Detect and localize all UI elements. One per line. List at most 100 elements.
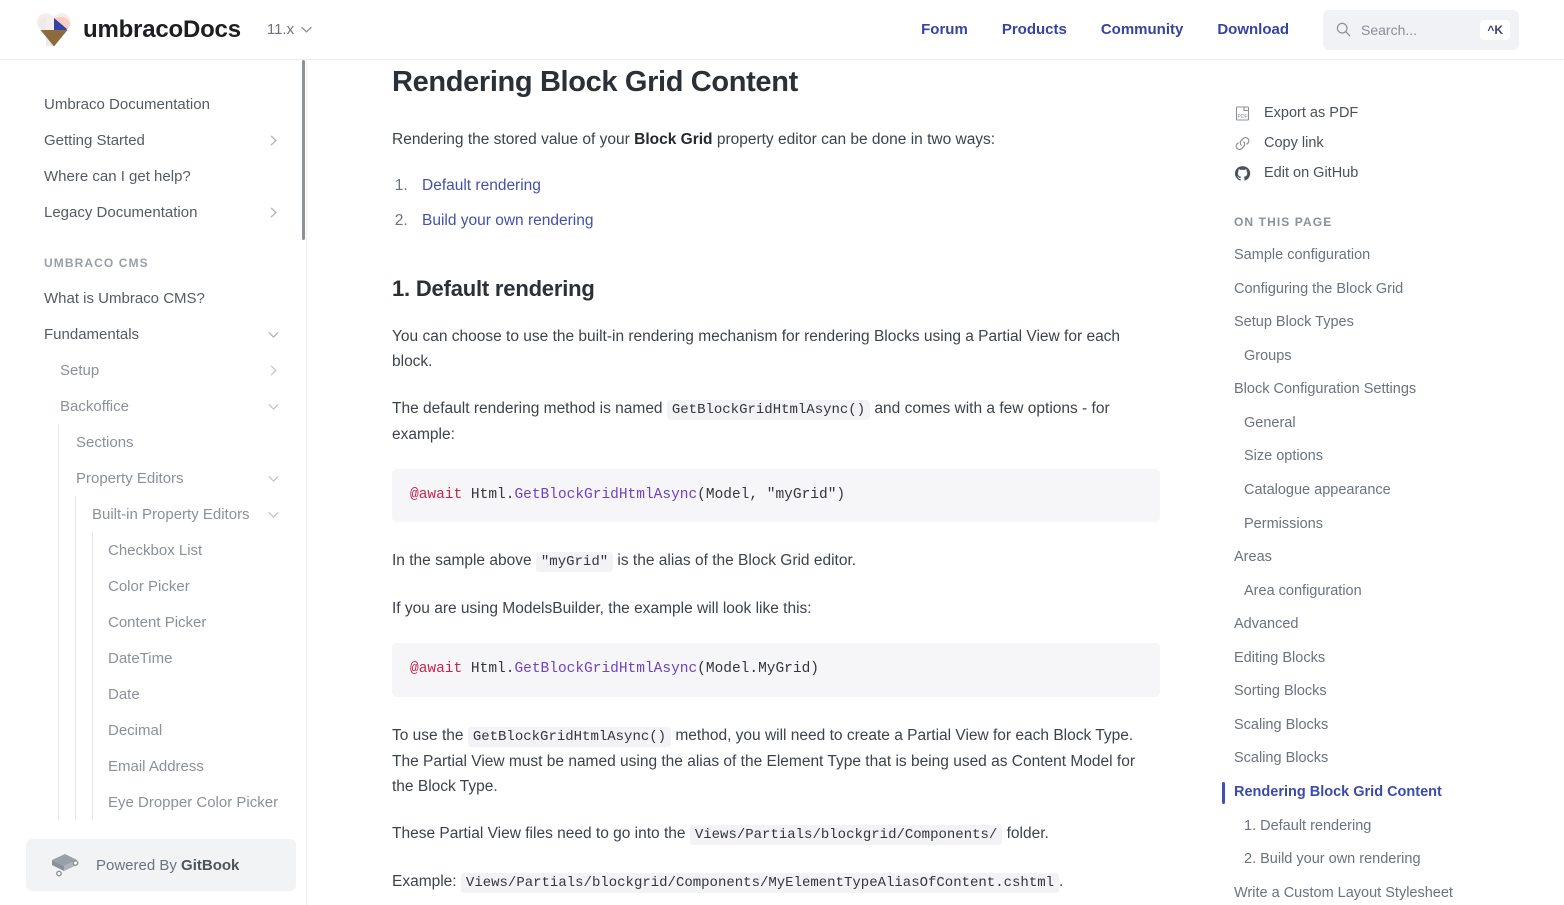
toc-item-permissions[interactable]: Permissions [1232,508,1544,542]
paragraph-folder-path: These Partial View files need to go into… [392,821,1160,847]
p7-pre: Example: [392,872,461,890]
svg-text:PDF: PDF [1238,114,1248,120]
brand-name: umbracoDocs [83,15,241,43]
sidebar-section-label-umbraco-cms: UMBRACO CMS [44,256,149,270]
toc-item-size-options[interactable]: Size options [1232,440,1544,474]
sidebar-item-where-can-i-get-help[interactable]: Where can I get help? [0,158,306,194]
sidebar-item-umbraco-documentation[interactable]: Umbraco Documentation [0,86,306,122]
toc-item-groups[interactable]: Groups [1232,340,1544,374]
nav-link-download[interactable]: Download [1217,21,1289,38]
brand-logo-link[interactable]: umbracoDocs [36,12,241,47]
export-as-pdf-button[interactable]: PDF Export as PDF [1232,98,1544,128]
list-item: Default rendering [412,174,1160,199]
gitbook-label: Powered By GitBook [96,857,239,874]
umbraco-heart-logo-icon [37,12,71,46]
version-selector[interactable]: 11.x [267,21,312,38]
paragraph-partial-view-naming: To use the GetBlockGridHtmlAsync() metho… [392,723,1160,799]
code-args: (Model.MyGrid) [697,661,819,678]
nav-link-forum[interactable]: Forum [921,21,968,38]
sidebar-item-content-picker[interactable]: Content Picker [0,604,306,640]
toc-item-block-configuration-settings[interactable]: Block Configuration Settings [1232,373,1544,407]
ways-list: Default rendering Build your own renderi… [412,174,1160,234]
sidebar-item-built-in-property-editors[interactable]: Built-in Property Editors [0,496,306,532]
copy-link-button[interactable]: Copy link [1232,128,1544,158]
toc-item-advanced[interactable]: Advanced [1232,608,1544,642]
on-this-page-label: ON THIS PAGE [1234,215,1333,229]
sidebar-item-legacy-documentation[interactable]: Legacy Documentation [0,194,306,230]
sidebar-item-label: Property Editors [76,469,184,487]
powered-by-gitbook-link[interactable]: Powered By GitBook [26,839,296,891]
sidebar-item-sections[interactable]: Sections [0,424,306,460]
sidebar-item-label: Date [108,685,140,703]
nav-link-products[interactable]: Products [1002,21,1067,38]
toc-item-general[interactable]: General [1232,407,1544,441]
main-content: Rendering Block Grid Content Rendering t… [308,60,1220,905]
sidebar-item-checkbox-list[interactable]: Checkbox List [0,532,306,568]
toc-item-default-rendering[interactable]: 1. Default rendering [1232,810,1544,844]
sidebar-item-setup[interactable]: Setup [0,352,306,388]
sidebar-item-getting-started[interactable]: Getting Started [0,122,306,158]
toc-item-write-a-custom-layout-stylesheet[interactable]: Write a Custom Layout Stylesheet [1232,877,1544,905]
action-label: Copy link [1264,135,1324,151]
paragraph-default-method: The default rendering method is named Ge… [392,396,1160,447]
p6-pre: These Partial View files need to go into… [392,824,690,842]
p6-post: folder. [1002,824,1049,842]
sidebar-item-label: Color Picker [108,577,190,595]
sidebar-item-label: Setup [60,361,100,379]
edit-on-github-button[interactable]: Edit on GitHub [1232,158,1544,188]
toc-item-catalogue-appearance[interactable]: Catalogue appearance [1232,474,1544,508]
chevron-right-icon [270,207,277,217]
table-of-contents: Sample configuration Configuring the Blo… [1232,239,1544,905]
nav-link-community[interactable]: Community [1101,21,1184,38]
top-header: umbracoDocs 11.x Forum Products Communit… [0,0,1564,60]
paragraph-built-in-mechanism: You can choose to use the built-in rende… [392,327,1121,370]
code-keyword: @await [410,661,463,678]
link-default-rendering[interactable]: Default rendering [422,177,541,194]
gitbook-brand: GitBook [181,856,240,874]
sidebar-item-label: Fundamentals [44,325,140,343]
code-plain: Html. [462,486,515,503]
sidebar-item-eye-dropper-color-picker[interactable]: Eye Dropper Color Picker [0,784,306,820]
sidebar-item-what-is-umbraco-cms[interactable]: What is Umbraco CMS? [0,280,306,316]
chevron-down-icon [268,511,279,518]
toc-item-sorting-blocks[interactable]: Sorting Blocks [1232,675,1544,709]
toc-item-sample-configuration[interactable]: Sample configuration [1232,239,1544,273]
sidebar-item-datetime[interactable]: DateTime [0,640,306,676]
toc-item-scaling-blocks-2[interactable]: Scaling Blocks [1232,742,1544,776]
sidebar-item-date[interactable]: Date [0,676,306,712]
sidebar-item-label: Sections [76,433,134,451]
inline-code-folder-path: Views/Partials/blockgrid/Components/ [689,824,1003,845]
toc-item-configuring-the-block-grid[interactable]: Configuring the Block Grid [1232,273,1544,307]
toc-item-build-your-own-rendering[interactable]: 2. Build your own rendering [1232,843,1544,877]
toc-item-setup-block-types[interactable]: Setup Block Types [1232,306,1544,340]
p3-post: is the alias of the Block Grid editor. [613,552,857,570]
sidebar-item-label: DateTime [108,649,173,667]
sidebar-item-decimal[interactable]: Decimal [0,712,306,748]
sidebar-item-label: Umbraco Documentation [44,95,210,113]
sidebar-item-email-address[interactable]: Email Address [0,748,306,784]
toc-item-editing-blocks[interactable]: Editing Blocks [1232,642,1544,676]
sidebar-item-color-picker[interactable]: Color Picker [0,568,306,604]
version-label: 11.x [266,21,295,38]
intro-post: property editor can be done in two ways: [712,131,996,148]
code-function: GetBlockGridHtmlAsync [514,486,698,503]
sidebar-item-backoffice[interactable]: Backoffice [0,388,306,424]
action-label: Export as PDF [1264,105,1359,121]
code-plain: Html. [462,661,515,678]
search-input[interactable]: Search... ^K [1323,9,1519,50]
toc-item-scaling-blocks[interactable]: Scaling Blocks [1232,709,1544,743]
toc-item-areas[interactable]: Areas [1232,541,1544,575]
action-label: Edit on GitHub [1264,165,1359,181]
toc-item-rendering-block-grid-content[interactable]: Rendering Block Grid Content [1232,776,1544,810]
sidebar-item-label: Content Picker [108,613,207,631]
sidebar-item-fundamentals[interactable]: Fundamentals [0,316,306,352]
sidebar-item-property-editors[interactable]: Property Editors [0,460,306,496]
link-build-your-own-rendering[interactable]: Build your own rendering [422,212,593,229]
inline-code-method: GetBlockGridHtmlAsync() [467,726,672,747]
sidebar-item-label: Email Address [108,757,204,775]
p5-pre: To use the [392,726,468,744]
paragraph-alias: In the sample above "myGrid" is the alia… [392,548,1160,574]
left-sidebar: Umbraco Documentation Getting Started Wh… [0,60,307,905]
search-icon [1336,22,1351,37]
toc-item-area-configuration[interactable]: Area configuration [1232,575,1544,609]
